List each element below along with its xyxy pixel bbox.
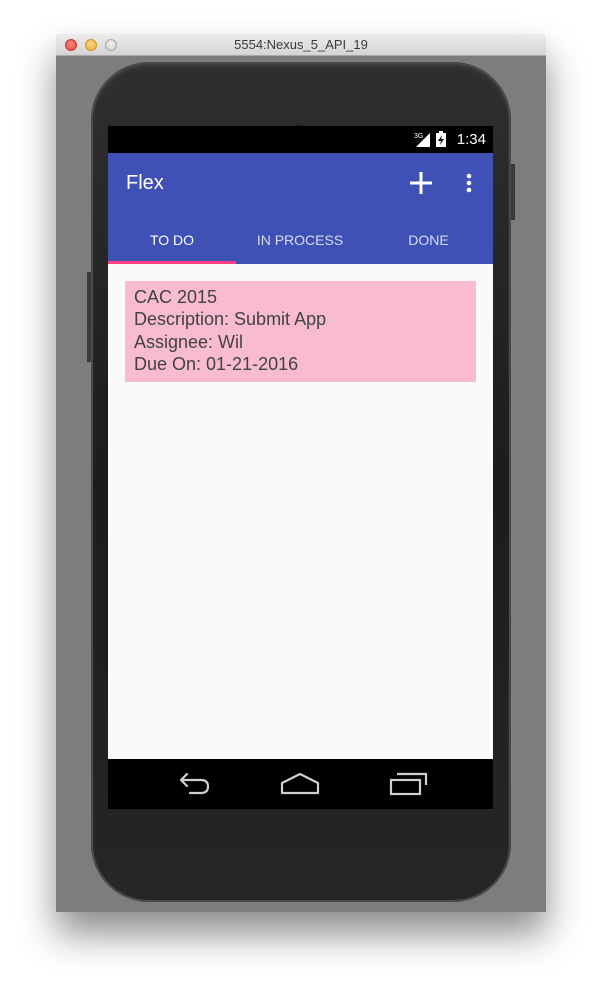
tab-done[interactable]: DONE [364, 216, 493, 264]
volume-button[interactable] [87, 272, 91, 362]
task-assignee: Assignee: Wil [134, 331, 244, 352]
more-vert-icon[interactable] [462, 170, 476, 196]
power-button[interactable] [511, 164, 515, 220]
recents-icon[interactable] [388, 771, 428, 797]
task-list: CAC 2015 Description: Submit App Assigne… [108, 264, 493, 759]
navigation-bar [108, 759, 493, 809]
add-icon[interactable] [408, 170, 434, 196]
task-title: CAC 2015 [134, 287, 218, 307]
status-bar: 3G 1:34 [108, 126, 493, 153]
tab-to-do[interactable]: TO DO [108, 216, 236, 264]
window-title: 5554:Nexus_5_API_19 [234, 37, 368, 52]
app-title: Flex [126, 172, 164, 194]
emulator-window: 5554:Nexus_5_API_19 3G 1:34 Flex TO DO I… [56, 34, 546, 912]
phone-screen: 3G 1:34 Flex TO DO IN PROCESS DONE CAC 2… [108, 126, 493, 809]
svg-text:3G: 3G [414, 133, 423, 140]
home-icon[interactable] [280, 771, 320, 797]
signal-icon: 3G [414, 131, 432, 152]
back-icon[interactable] [173, 771, 213, 797]
app-bar: Flex TO DO IN PROCESS DONE [108, 153, 493, 264]
task-card[interactable]: CAC 2015 Description: Submit App Assigne… [125, 281, 476, 382]
window-titlebar: 5554:Nexus_5_API_19 [56, 34, 546, 56]
battery-icon [436, 131, 446, 152]
tab-in-process[interactable]: IN PROCESS [236, 216, 364, 264]
status-time: 1:34 [456, 131, 486, 148]
task-description: Description: Submit App [134, 309, 327, 330]
tab-bar: TO DO IN PROCESS DONE [108, 216, 493, 264]
task-due-date: Due On: 01-21-2016 [134, 354, 299, 375]
phone-body: 3G 1:34 Flex TO DO IN PROCESS DONE CAC 2… [87, 62, 515, 902]
